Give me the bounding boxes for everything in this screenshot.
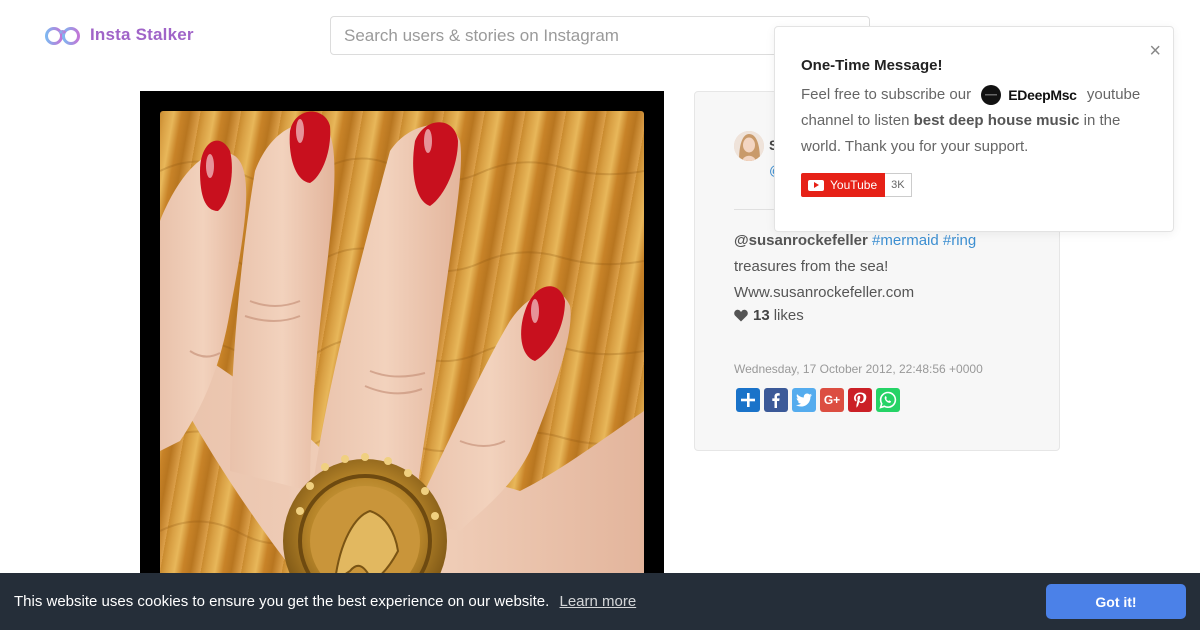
youtube-subscriber-count: 3K [885,173,912,197]
post-image [160,111,644,581]
popup-message: Feel free to subscribe our EDeepMsc yout… [801,82,1153,160]
google-plus-icon[interactable]: G+ [820,388,844,412]
user-avatar-icon [734,131,764,161]
binoculars-icon [45,27,80,45]
channel-logo-icon [981,85,1002,106]
hashtag-link[interactable]: #ring [943,232,976,249]
youtube-play-icon [808,179,824,191]
youtube-label: YouTube [830,178,878,192]
youtube-subscribe-button[interactable]: YouTube [801,173,886,197]
twitter-icon[interactable] [792,388,816,412]
cookie-message: This website uses cookies to ensure you … [14,593,636,610]
site-logo[interactable]: Insta Stalker [44,22,194,48]
share-plus-icon[interactable] [736,388,760,412]
heart-icon [734,309,748,322]
post-caption: @susanrockefeller #mermaid #ring treasur… [734,228,1034,306]
likes-count: 13 [753,307,770,324]
channel-brand[interactable]: EDeepMsc [981,82,1077,108]
popup-text-intro: Feel free to subscribe our [801,86,972,103]
pinterest-icon[interactable] [848,388,872,412]
hand-with-ring-illustration [160,111,644,581]
facebook-icon[interactable] [764,388,788,412]
caption-mention-link[interactable]: @susanrockefeller [734,232,868,249]
caption-text: treasures from the sea! [734,258,889,275]
cookie-message-text: This website uses cookies to ensure you … [14,593,550,610]
post-date: Wednesday, 17 October 2012, 22:48:56 +00… [734,362,983,376]
likes-counter: 13 likes [734,307,804,324]
popup-text-bold: best deep house music [913,112,1080,130]
learn-more-link[interactable]: Learn more [559,593,636,610]
share-buttons: G+ [736,388,904,412]
channel-name: EDeepMsc [1008,87,1077,104]
likes-label: likes [773,307,804,324]
caption-website: Www.susanrockefeller.com [734,284,915,301]
cookie-consent-bar: This website uses cookies to ensure you … [0,573,1200,630]
whatsapp-icon[interactable] [876,388,900,412]
avatar[interactable] [734,131,764,161]
post-photo[interactable] [140,91,664,581]
youtube-subscribe-widget: YouTube 3K [801,173,912,197]
accept-cookies-button[interactable]: Got it! [1046,584,1186,619]
close-icon[interactable]: × [1149,41,1161,61]
popup-title: One-Time Message! [801,57,943,74]
brand-name: Insta Stalker [90,25,194,44]
hashtag-link[interactable]: #mermaid [872,232,939,249]
one-time-message-popup: × One-Time Message! Feel free to subscri… [774,26,1174,232]
